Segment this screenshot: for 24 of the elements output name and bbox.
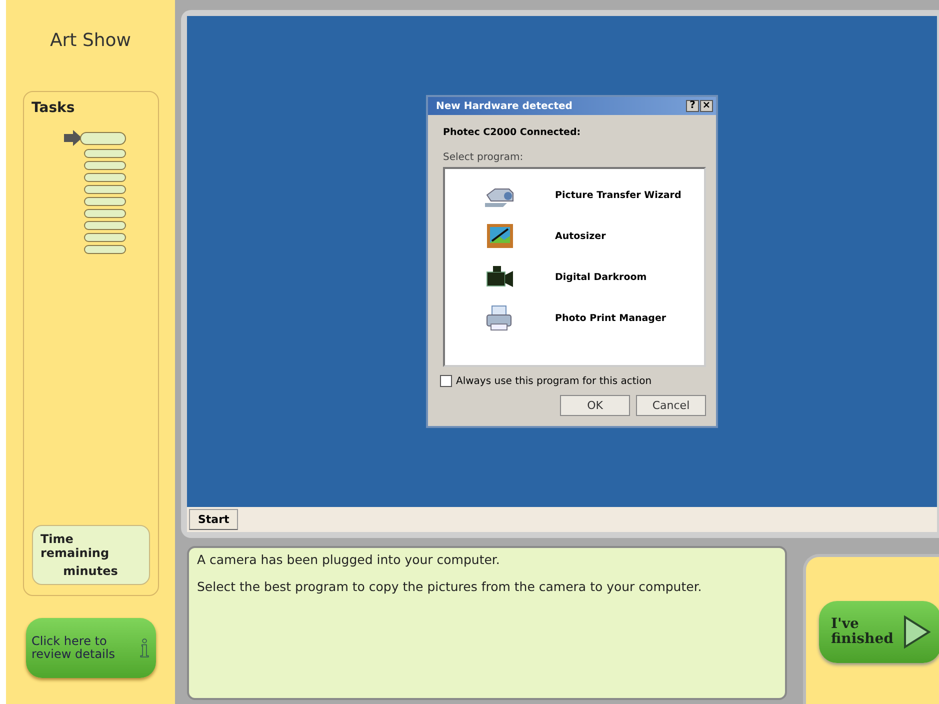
program-option[interactable]: Photo Print Manager bbox=[479, 302, 704, 334]
timer-unit: minutes bbox=[63, 564, 118, 578]
play-icon bbox=[903, 615, 931, 649]
program-option[interactable]: Digital Darkroom bbox=[479, 261, 704, 293]
tasks-label: Tasks bbox=[32, 100, 76, 116]
start-button[interactable]: Start bbox=[189, 509, 238, 530]
review-button[interactable]: Click here to review details bbox=[26, 618, 156, 678]
cancel-button[interactable]: Cancel bbox=[636, 395, 706, 416]
dialog-title: New Hardware detected bbox=[436, 100, 574, 112]
arrow-icon bbox=[64, 130, 82, 146]
finish-button[interactable]: I've finished bbox=[819, 601, 939, 663]
timer-label: Time remaining bbox=[40, 532, 110, 560]
close-button[interactable]: × bbox=[700, 100, 713, 112]
checkbox[interactable] bbox=[440, 375, 452, 387]
app-title: Art Show bbox=[50, 30, 132, 51]
instruction-text: Select the best program to copy the pictures from the camera to your computer. bbox=[197, 579, 703, 594]
list-label: Select program: bbox=[443, 152, 524, 163]
program-option[interactable]: Picture Transfer Wizard bbox=[479, 179, 704, 211]
program-option[interactable]: Autosizer bbox=[479, 220, 704, 252]
ok-button[interactable]: OK bbox=[560, 395, 630, 416]
device-heading: Photec C2000 Connected: bbox=[443, 127, 582, 138]
checkbox-label[interactable]: Always use this program for this action bbox=[456, 376, 652, 386]
help-button[interactable]: ? bbox=[686, 100, 699, 112]
instruction-text: A camera has been plugged into your computer. bbox=[197, 552, 501, 567]
